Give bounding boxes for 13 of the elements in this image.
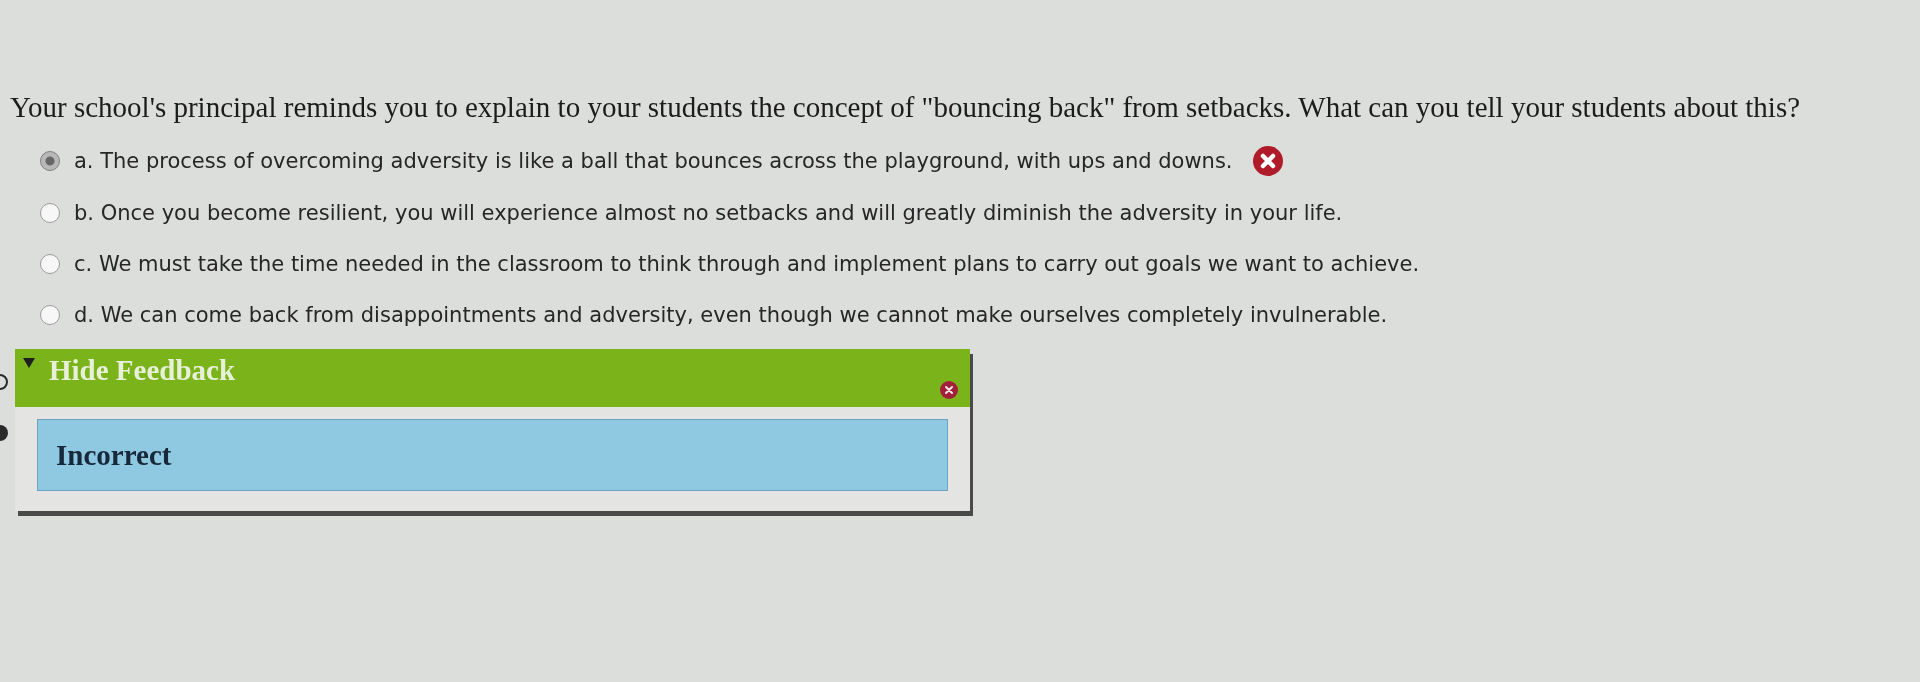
radio-button[interactable]	[40, 254, 60, 274]
question-text: Your school's principal reminds you to explain to your students the concept of "bouncing back" from setbacks. What can you tell your students about this?	[10, 90, 1802, 125]
answer-option: a. The process of overcoming adversity is like a ball that bounces across the playground, with ups and downs.	[74, 147, 1233, 175]
answer-option: c. We must take the time needed in the classroom to think through and implement plans to carry out goals we want to achieve.	[74, 250, 1420, 278]
radio-button[interactable]	[40, 305, 60, 325]
radio-button[interactable]	[40, 203, 60, 223]
feedback-message: Incorrect	[37, 419, 948, 491]
answer-option: b. Once you become resilient, you will experience almost no setbacks and will greatly diminish the adversity in your life.	[74, 199, 1343, 227]
close-button[interactable]	[940, 381, 958, 399]
hide-feedback-toggle[interactable]: Hide Feedback	[23, 353, 236, 387]
close-icon	[940, 381, 958, 399]
radio-button[interactable]	[40, 151, 60, 171]
answer-option: d. We can come back from disappointments and adversity, even though we cannot make ourselves completely invulnerable.	[74, 301, 1388, 329]
